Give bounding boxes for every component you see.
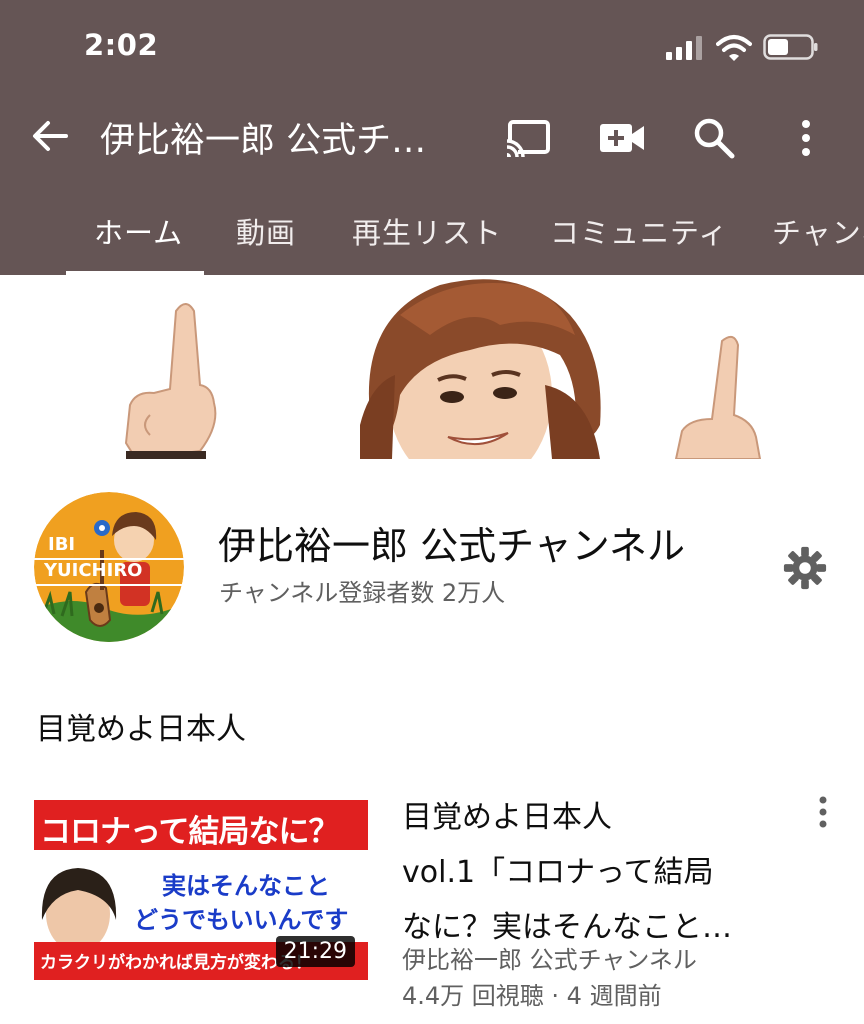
cast-icon[interactable] — [504, 114, 552, 162]
tab-videos[interactable]: 動画 — [236, 210, 296, 252]
channel-name: 伊比裕一郎 公式チャンネル — [218, 524, 685, 568]
battery-icon — [763, 34, 818, 60]
tab-playlists[interactable]: 再生リスト — [352, 210, 502, 252]
video-thumbnail[interactable]: コロナって結局なに？ 実はそんなこと どうでもいいんです カラクリがわかれば見方… — [34, 800, 368, 980]
signal-icon — [666, 36, 702, 60]
avatar-text-ibi: IBI — [48, 534, 76, 555]
thumb-caption-2: 実はそんなこと — [162, 872, 330, 900]
avatar-text-yuichiro: YUICHIRO — [44, 560, 143, 581]
video-title[interactable]: 目覚めよ日本人 vol.1「コロナって結局 なに？実はそんなこと… — [402, 790, 790, 955]
channel-avatar[interactable]: IBI YUICHIRO — [34, 492, 184, 642]
more-vert-icon[interactable] — [782, 114, 830, 162]
section-title: 目覚めよ日本人 — [36, 712, 246, 747]
tab-channels[interactable]: チャンネル — [772, 210, 864, 252]
app-bar: 2:02 伊比裕一郎 公式チ… ホーム 動画 再生リスト コミュニティ チャン — [0, 0, 864, 275]
toolbar-title: 伊比裕一郎 公式チ… — [100, 121, 427, 161]
video-duration: 21:29 — [275, 936, 355, 967]
wifi-icon — [716, 35, 752, 61]
channel-banner — [0, 275, 864, 459]
tab-community[interactable]: コミュニティ — [550, 210, 728, 252]
status-time: 2:02 — [84, 28, 159, 62]
thumb-caption-3: どうでもいいんです — [134, 906, 349, 934]
gear-icon[interactable] — [782, 545, 828, 591]
video-list-item[interactable]: コロナって結局なに？ 実はそんなこと どうでもいいんです カラクリがわかれば見方… — [0, 780, 864, 1010]
subscriber-count: チャンネル登録者数 2万人 — [219, 579, 506, 607]
toolbar: 伊比裕一郎 公式チ… — [0, 92, 864, 188]
back-arrow-icon[interactable] — [30, 116, 70, 156]
video-views-age: 4.4万 回視聴 · 4 週間前 — [402, 982, 662, 1010]
banner-image — [124, 279, 762, 459]
search-icon[interactable] — [690, 114, 738, 162]
video-camera-add-icon[interactable] — [598, 114, 646, 162]
tab-home[interactable]: ホーム — [94, 210, 183, 252]
more-vert-icon[interactable] — [808, 794, 838, 830]
channel-header: IBI YUICHIRO 伊比裕一郎 公式チャンネル チャンネル登録者数 2万人 — [0, 459, 864, 659]
video-channel: 伊比裕一郎 公式チャンネル — [402, 946, 697, 974]
channel-tabs: ホーム 動画 再生リスト コミュニティ チャンネル — [0, 188, 864, 275]
status-bar: 2:02 — [0, 0, 864, 92]
thumb-caption-4: カラクリがわかれば見方が変わる！ — [40, 953, 312, 973]
thumb-caption-1: コロナって結局なに？ — [40, 814, 339, 850]
